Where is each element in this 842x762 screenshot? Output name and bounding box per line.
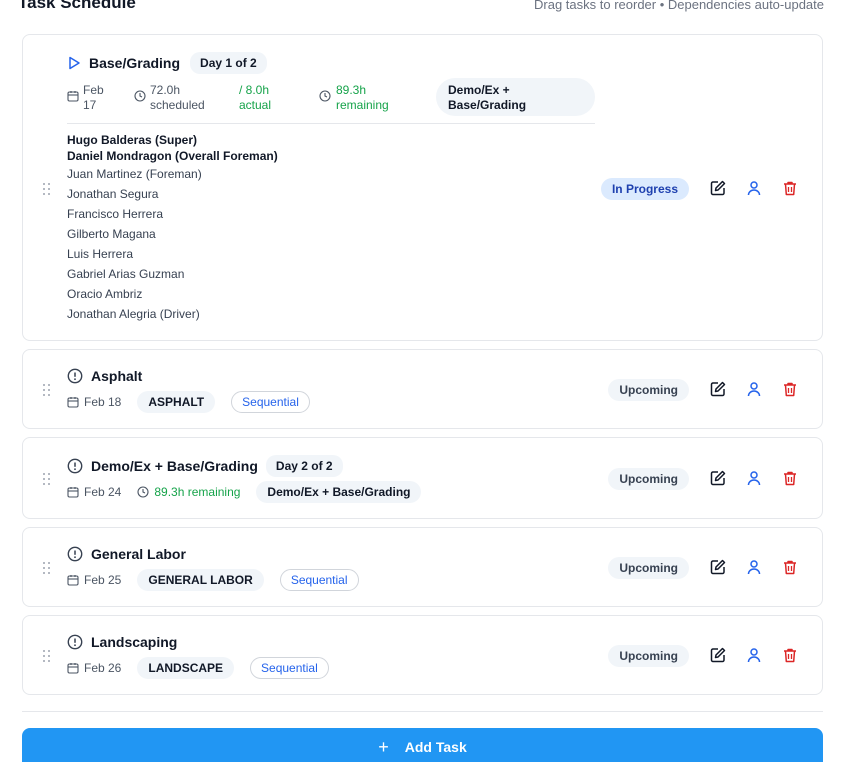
- alert-circle-icon: [67, 458, 83, 474]
- crew-list: Hugo Balderas (Super) Daniel Mondragon (…: [67, 132, 278, 324]
- date-text: Feb 26: [84, 661, 122, 675]
- task-date: Feb 24: [67, 485, 121, 499]
- delete-icon[interactable]: [781, 646, 799, 664]
- crew-member: Jonathan Segura: [67, 187, 159, 201]
- add-task-button[interactable]: + Add Task: [22, 728, 823, 762]
- task-title: Asphalt: [91, 368, 143, 384]
- drag-handle-icon[interactable]: [43, 650, 51, 662]
- edit-icon[interactable]: [709, 179, 727, 197]
- task-title: General Labor: [91, 546, 186, 562]
- divider: [67, 123, 595, 124]
- date-text: Feb 18: [84, 395, 122, 409]
- calendar-icon: [67, 397, 79, 408]
- day-badge: Day 2 of 2: [265, 455, 343, 477]
- status-badge: Upcoming: [608, 645, 689, 667]
- drag-handle-icon[interactable]: [43, 473, 51, 485]
- assign-user-icon[interactable]: [745, 646, 763, 664]
- calendar-icon: [67, 89, 79, 107]
- actual-hours: / 8.0h: [239, 83, 270, 97]
- page-title: Task Schedule: [18, 0, 136, 12]
- play-icon: [67, 56, 81, 70]
- alert-circle-icon: [67, 634, 83, 650]
- status-badge: Upcoming: [608, 379, 689, 401]
- task-title: Demo/Ex + Base/Grading: [91, 458, 258, 474]
- task-card-general-labor[interactable]: General Labor Feb 25 GENERAL LABOR Seque…: [22, 527, 823, 607]
- drag-handle-icon[interactable]: [43, 562, 51, 574]
- crew-lead: Hugo Balderas (Super): [67, 133, 198, 147]
- delete-icon[interactable]: [781, 380, 799, 398]
- task-card-base-grading[interactable]: Base/Grading Day 1 of 2 Feb 17 72.0h sch…: [22, 34, 823, 341]
- status-badge: Upcoming: [608, 557, 689, 579]
- actual-label: actual: [239, 98, 272, 112]
- dependency-badge: Sequential: [250, 657, 329, 679]
- crew-member: Gilberto Magana: [67, 227, 156, 241]
- clock-icon: [319, 89, 331, 107]
- assign-user-icon[interactable]: [745, 558, 763, 576]
- task-date: Feb 18: [67, 395, 121, 409]
- assign-user-icon[interactable]: [745, 179, 763, 197]
- scheduled-label: scheduled: [150, 98, 205, 112]
- calendar-icon: [67, 487, 79, 498]
- category-badge: Demo/Ex + Base/Grading: [436, 78, 595, 116]
- category-line-1: Demo/Ex +: [448, 83, 510, 97]
- status-badge: In Progress: [600, 178, 689, 200]
- delete-icon[interactable]: [781, 179, 799, 197]
- remaining-label: remaining: [336, 98, 389, 112]
- scheduled-hours: 72.0h: [150, 83, 181, 97]
- remaining-hours: 89.3h remaining: [137, 485, 240, 499]
- crew-member: Juan Martinez (Foreman): [67, 167, 202, 181]
- clock-icon: [137, 486, 149, 498]
- remaining-hours: 89.3h: [336, 83, 367, 97]
- crew-member: Oracio Ambriz: [67, 287, 143, 301]
- remaining-text: 89.3h remaining: [154, 485, 241, 499]
- category-badge: Demo/Ex + Base/Grading: [256, 481, 422, 503]
- reorder-hint: Drag tasks to reorder • Dependencies aut…: [534, 0, 824, 12]
- alert-circle-icon: [67, 368, 83, 384]
- assign-user-icon[interactable]: [745, 469, 763, 487]
- plus-icon: +: [378, 737, 389, 757]
- edit-icon[interactable]: [709, 646, 727, 664]
- divider: [22, 711, 823, 712]
- drag-handle-icon[interactable]: [43, 384, 51, 396]
- task-card-landscaping[interactable]: Landscaping Feb 26 LANDSCAPE Sequential …: [22, 615, 823, 695]
- task-date: Feb 25: [67, 573, 121, 587]
- date-text: Feb 24: [84, 485, 122, 499]
- task-date: Feb 26: [67, 661, 121, 675]
- delete-icon[interactable]: [781, 558, 799, 576]
- crew-member: Gabriel Arias Guzman: [67, 267, 185, 281]
- task-title: Base/Grading: [89, 55, 181, 71]
- date-text: Feb 25: [84, 573, 122, 587]
- assign-user-icon[interactable]: [745, 380, 763, 398]
- dependency-badge: Sequential: [231, 391, 310, 413]
- alert-circle-icon: [67, 546, 83, 562]
- drag-handle-icon[interactable]: [43, 183, 51, 195]
- crew-lead: Daniel Mondragon (Overall Foreman): [67, 149, 278, 163]
- day-badge: Day 1 of 2: [190, 52, 267, 74]
- category-badge: ASPHALT: [137, 391, 216, 413]
- task-title: Landscaping: [91, 634, 178, 650]
- crew-member: Luis Herrera: [67, 247, 134, 261]
- category-line-2: Base/Grading: [448, 98, 527, 112]
- task-card-asphalt[interactable]: Asphalt Feb 18 ASPHALT Sequential Upcomi…: [22, 349, 823, 429]
- delete-icon[interactable]: [781, 469, 799, 487]
- date-day: 17: [83, 98, 97, 112]
- date-month: Feb: [83, 83, 104, 97]
- clock-icon: [134, 89, 146, 107]
- task-card-demo-ex[interactable]: Demo/Ex + Base/Grading Day 2 of 2 Feb 24…: [22, 437, 823, 519]
- calendar-icon: [67, 663, 79, 674]
- calendar-icon: [67, 575, 79, 586]
- crew-member: Jonathan Alegria (Driver): [67, 307, 200, 321]
- category-badge: LANDSCAPE: [137, 657, 235, 679]
- status-badge: Upcoming: [608, 468, 689, 490]
- edit-icon[interactable]: [709, 558, 727, 576]
- category-badge: GENERAL LABOR: [137, 569, 264, 591]
- dependency-badge: Sequential: [279, 569, 359, 591]
- edit-icon[interactable]: [709, 469, 727, 487]
- edit-icon[interactable]: [709, 380, 727, 398]
- add-task-label: Add Task: [404, 739, 467, 755]
- crew-member: Francisco Herrera: [67, 207, 164, 221]
